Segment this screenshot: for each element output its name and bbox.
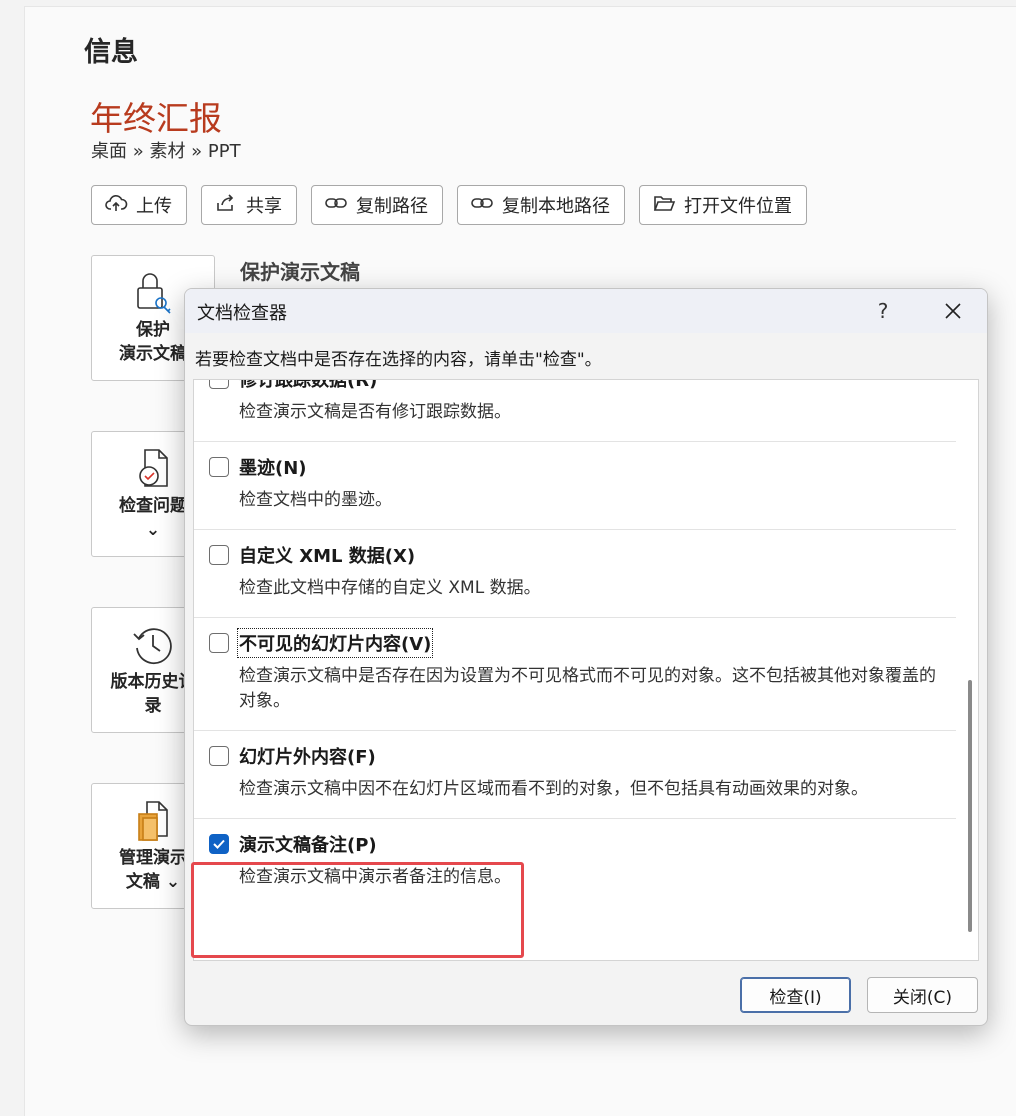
breadcrumb: 桌面 » 素材 » PPT: [91, 141, 241, 162]
protect-section-title: 保护演示文稿: [240, 260, 360, 284]
option-description: 检查此文档中存储的自定义 XML 数据。: [239, 578, 541, 598]
inspection-option-header: 墨迹(N): [194, 450, 956, 484]
share-icon: [214, 191, 238, 220]
inspection-options-list[interactable]: 修订跟踪数据(R) 检查演示文稿是否有修订跟踪数据。墨迹(N) 检查文档中的墨迹。自…: [193, 379, 979, 961]
inspection-option: 演示文稿备注(P) 检查演示文稿中演示者备注的信息。: [194, 819, 956, 906]
open-file-location-button[interactable]: 打开文件位置: [639, 185, 807, 225]
option-label[interactable]: 自定义 XML 数据(X): [239, 542, 415, 568]
inspect-button[interactable]: 检查(I): [740, 977, 851, 1013]
option-checkbox[interactable]: [209, 633, 229, 653]
document-title: 年终汇报: [90, 99, 222, 138]
option-label[interactable]: 墨迹(N): [239, 454, 307, 480]
upload-label: 上传: [136, 196, 172, 217]
option-description: 检查演示文稿中是否存在因为设置为不可见格式而不可见的对象。这不包括被其他对象覆盖…: [239, 666, 936, 711]
inspection-option-header: 修订跟踪数据(R): [194, 380, 956, 396]
dialog-instruction: 若要检查文档中是否存在选择的内容，请单击"检查"。: [195, 350, 602, 370]
option-label[interactable]: 幻灯片外内容(F): [239, 743, 376, 769]
inspection-option: 幻灯片外内容(F) 检查演示文稿中因不在幻灯片区域而看不到的对象，但不包括具有动画…: [194, 731, 956, 819]
copy-path-button[interactable]: 复制路径: [311, 185, 443, 225]
option-description: 检查演示文稿是否有修订跟踪数据。: [239, 402, 511, 422]
copy-local-path-button[interactable]: 复制本地路径: [457, 185, 625, 225]
option-description: 检查演示文稿中因不在幻灯片区域而看不到的对象，但不包括具有动画效果的对象。: [239, 779, 868, 799]
close-button[interactable]: 关闭(C): [867, 977, 978, 1013]
upload-cloud-icon: [104, 191, 128, 220]
scrollbar-thumb[interactable]: [968, 680, 972, 932]
copy-path-label: 复制路径: [356, 196, 428, 217]
copy-local-path-label: 复制本地路径: [502, 196, 610, 217]
option-checkbox[interactable]: [209, 380, 229, 389]
dialog-title: 文档检查器: [197, 303, 287, 324]
inspection-option-header: 演示文稿备注(P): [194, 827, 956, 861]
option-checkbox[interactable]: [209, 457, 229, 477]
page-title: 信息: [84, 37, 138, 68]
option-label[interactable]: 不可见的幻灯片内容(V): [236, 628, 434, 658]
option-checkbox[interactable]: [209, 545, 229, 565]
share-button[interactable]: 共享: [201, 185, 297, 225]
option-checkbox[interactable]: [209, 834, 229, 854]
inspection-option-header: 自定义 XML 数据(X): [194, 538, 956, 572]
option-label[interactable]: 修订跟踪数据(R): [239, 380, 377, 392]
close-icon[interactable]: [933, 295, 973, 327]
folder-open-icon: [652, 191, 676, 220]
inspection-option: 墨迹(N) 检查文档中的墨迹。: [194, 442, 956, 530]
share-label: 共享: [246, 196, 282, 217]
inspection-option-header: 不可见的幻灯片内容(V): [194, 626, 956, 660]
link-icon: [470, 191, 494, 220]
dialog-titlebar: 文档检查器 ?: [185, 289, 987, 333]
open-file-location-label: 打开文件位置: [684, 196, 792, 217]
option-checkbox[interactable]: [209, 746, 229, 766]
check-icon: [213, 839, 225, 849]
upload-button[interactable]: 上传: [91, 185, 187, 225]
inspection-option: 自定义 XML 数据(X) 检查此文档中存储的自定义 XML 数据。: [194, 530, 956, 618]
option-description: 检查演示文稿中演示者备注的信息。: [239, 867, 511, 887]
inspection-option: 修订跟踪数据(R) 检查演示文稿是否有修订跟踪数据。: [194, 380, 956, 442]
link-icon: [324, 191, 348, 220]
document-inspector-dialog: 文档检查器 ? 若要检查文档中是否存在选择的内容，请单击"检查"。 修订跟踪数据…: [184, 288, 988, 1026]
inspection-option-header: 幻灯片外内容(F): [194, 739, 956, 773]
inspection-option: 不可见的幻灯片内容(V) 检查演示文稿中是否存在因为设置为不可见格式而不可见的对象…: [194, 618, 956, 731]
help-button[interactable]: ?: [865, 295, 901, 327]
option-description: 检查文档中的墨迹。: [239, 490, 392, 510]
file-actions-toolbar: 上传 共享 复制路径 复制本地路径 打开文件位置: [91, 185, 807, 225]
option-label[interactable]: 演示文稿备注(P): [239, 831, 377, 857]
